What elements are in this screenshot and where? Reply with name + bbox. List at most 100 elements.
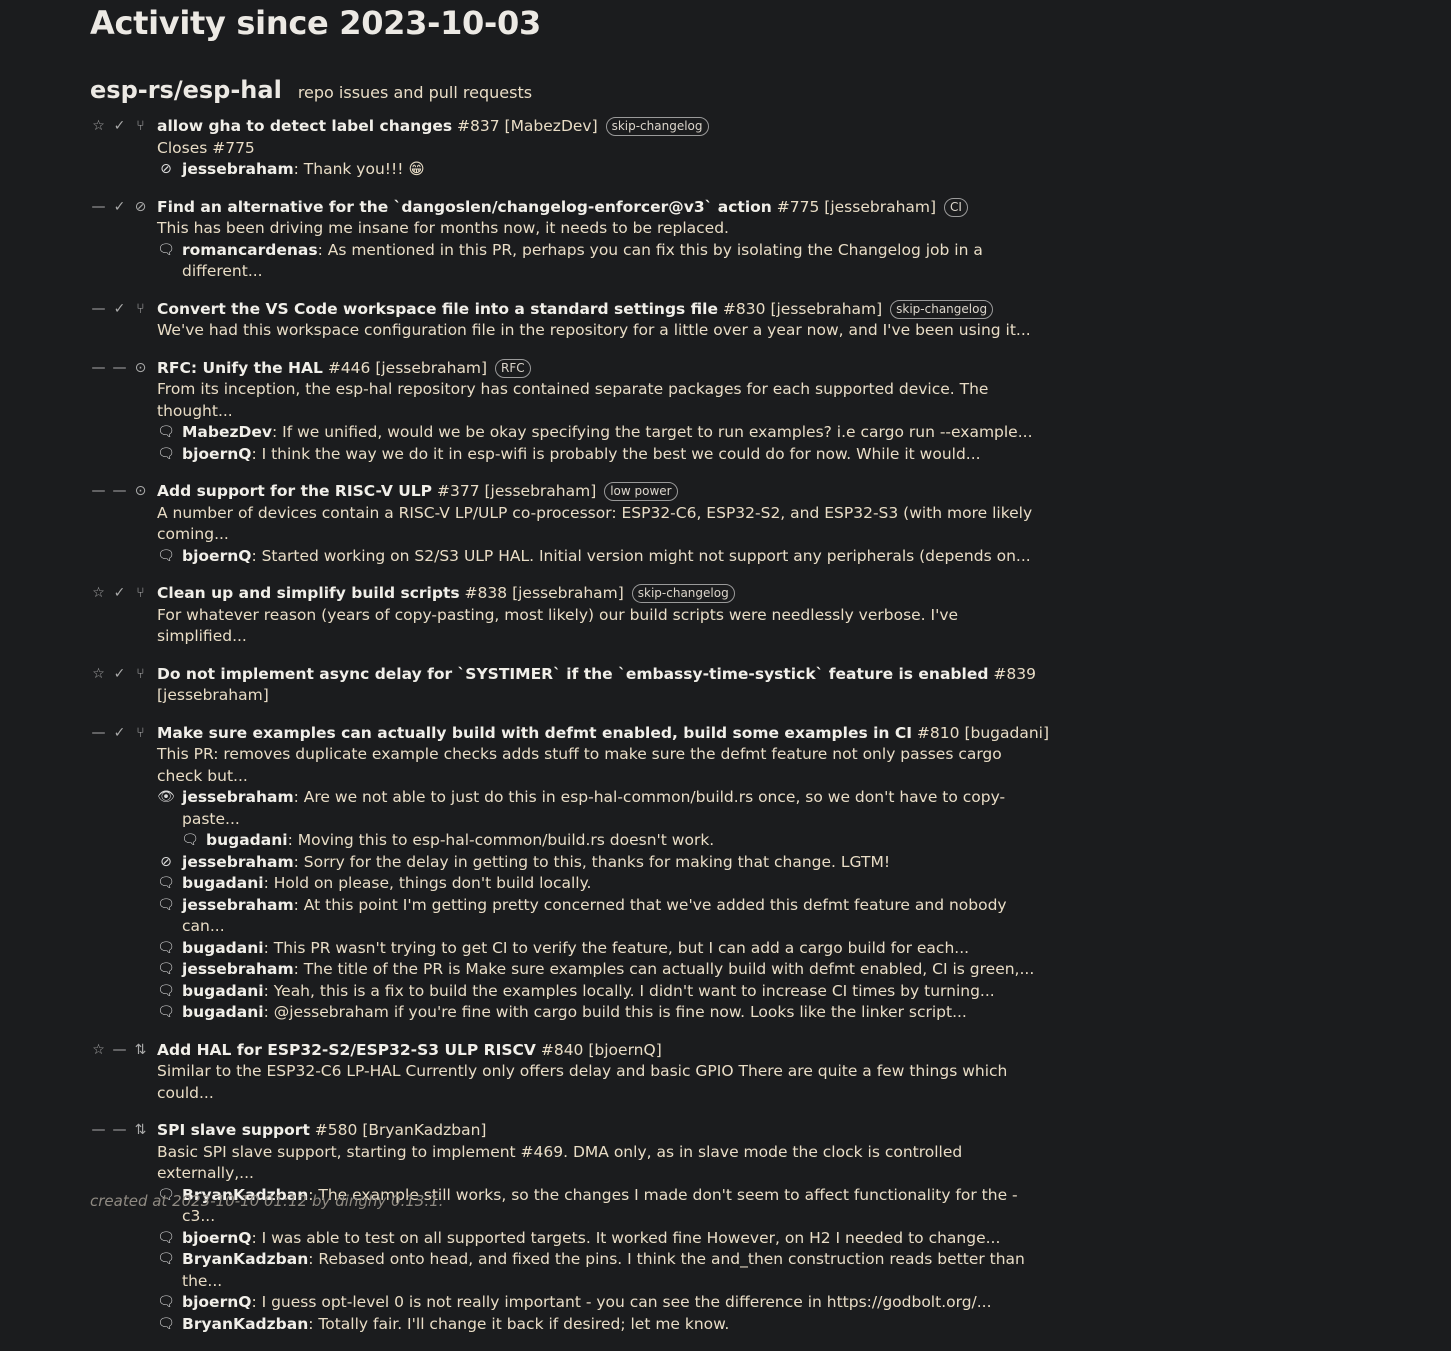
item-number[interactable]: #839: [993, 665, 1036, 683]
item-number[interactable]: #377: [437, 482, 480, 500]
comment-row: 🗨 bjoernQ: I guess opt-level 0 is not rea…: [157, 1292, 1050, 1314]
comment-text: : This PR wasn't trying to get CI to ver…: [263, 938, 970, 957]
star-icon[interactable]: ☆: [90, 664, 107, 686]
activity-item: — ✓ ⑂ Make sure examples can actually build…: [90, 723, 1050, 1024]
check-icon: ✓: [113, 665, 126, 682]
comment-row: 🗨 bjoernQ: I think the way we do it in es…: [157, 444, 1050, 466]
item-author: [jessebraham]: [375, 358, 488, 377]
item-title[interactable]: Do not implement async delay for `SYSTIM…: [157, 665, 988, 683]
dash-icon: —: [91, 300, 106, 317]
item-author: [MabezDev]: [504, 117, 598, 135]
comment-row: 🗨 BryanKadzban: Rebased onto head, and fi…: [157, 1249, 1050, 1292]
comment-icon: 🗨: [157, 939, 175, 956]
repo-subtitle: repo issues and pull requests: [297, 83, 533, 102]
activity-item: ☆ ✓ ⑂ allow gha to detect label changes #83…: [90, 116, 1050, 181]
comment-icon: 🗨: [157, 961, 175, 977]
item-number[interactable]: #775: [777, 198, 820, 216]
comment-text: : The title of the PR is Make sure examp…: [293, 960, 1035, 978]
comment-row: 🗨 bugadani: This PR wasn't trying to get …: [157, 938, 1050, 960]
item-title-line: Convert the VS Code workspace file into …: [157, 299, 1050, 321]
comment-icon: 🗨: [157, 424, 175, 440]
item-icons: — ✓ ⊘: [90, 197, 149, 219]
comment-text: : I think the way we do it in esp-wifi i…: [251, 444, 981, 463]
dash-icon: —: [112, 483, 127, 500]
issue-open-icon: ⊙: [134, 483, 147, 500]
item-icons: — ✓ ⑂: [90, 299, 149, 321]
comment-author: jessebraham: [182, 895, 294, 914]
item-number[interactable]: #830: [723, 300, 766, 318]
merged-pr-icon: ⑂: [136, 118, 145, 135]
dash-icon: —: [91, 1122, 106, 1139]
comment-text: : Rebased onto head, and fixed the pins.…: [182, 1250, 1025, 1290]
comment-author: bjoernQ: [182, 546, 252, 565]
item-body: Similar to the ESP32-C6 LP-HAL Currently…: [157, 1062, 1008, 1102]
comment-author: bugadani: [182, 1003, 264, 1021]
comment-row: 🗨 MabezDev: If we unified, would we be ok…: [157, 422, 1050, 444]
item-number[interactable]: #838: [465, 584, 508, 602]
item-author: [jessebraham]: [484, 482, 597, 500]
item-number[interactable]: #580: [315, 1121, 358, 1139]
item-label: low power: [604, 482, 678, 501]
check-icon: ✓: [113, 300, 126, 317]
item-title[interactable]: Make sure examples can actually build wi…: [157, 724, 912, 742]
comment-author: bjoernQ: [182, 444, 252, 463]
item-author: [bugadani]: [964, 723, 1049, 742]
comment-row: ⊘ jessebraham: Sorry for the delay in get…: [157, 852, 1050, 874]
pull-request-icon: ⇅: [134, 1122, 147, 1139]
item-title[interactable]: Clean up and simplify build scripts: [157, 584, 460, 602]
item-author: [BryanKadzban]: [362, 1121, 487, 1139]
item-body: Closes #775: [157, 138, 255, 157]
star-icon[interactable]: ☆: [90, 583, 107, 605]
item-author: [jessebraham]: [512, 584, 624, 602]
item-title[interactable]: Add HAL for ESP32-S2/ESP32-S3 ULP RISCV: [157, 1041, 536, 1059]
item-icons: ☆ ✓ ⑂: [90, 664, 149, 686]
repo-name[interactable]: esp-rs/esp-hal: [90, 76, 282, 104]
check-icon: ✓: [113, 585, 126, 602]
item-title-line: Find an alternative for the `dangoslen/c…: [157, 197, 1050, 219]
item-title[interactable]: Add support for the RISC-V ULP: [157, 482, 432, 500]
repo-header: esp-rs/esp-hal repo issues and pull requ…: [90, 76, 1050, 104]
comment-row: 🗨 bjoernQ: I was able to test on all supp…: [157, 1228, 1050, 1250]
comment-text: : I was able to test on all supported ta…: [251, 1228, 1001, 1247]
item-title-line: Clean up and simplify build scripts #838…: [157, 583, 1050, 605]
comment-author: bugadani: [182, 981, 264, 1000]
star-icon[interactable]: ☆: [90, 1040, 107, 1062]
activity-item: — ✓ ⑂ Convert the VS Code workspace file in…: [90, 299, 1050, 342]
item-number[interactable]: #810: [917, 724, 960, 742]
item-title[interactable]: allow gha to detect label changes: [157, 117, 452, 135]
comment-icon: 🗨: [157, 1294, 175, 1310]
item-number[interactable]: #840: [541, 1041, 584, 1059]
item-body: For whatever reason (years of copy-pasti…: [157, 605, 959, 646]
item-author: [jessebraham]: [157, 686, 269, 704]
item-icons: — ✓ ⑂: [90, 723, 149, 745]
comment-text: : Hold on please, things don't build loc…: [263, 874, 592, 892]
star-icon[interactable]: ☆: [90, 116, 107, 138]
dash-icon: —: [91, 359, 106, 376]
item-icons: ☆ — ⇅: [90, 1040, 149, 1062]
item-number[interactable]: #837: [457, 117, 500, 135]
item-title[interactable]: Convert the VS Code workspace file into …: [157, 300, 718, 318]
item-title-line: Add HAL for ESP32-S2/ESP32-S3 ULP RISCV …: [157, 1040, 1050, 1062]
item-title-line: allow gha to detect label changes #837 […: [157, 116, 1050, 138]
comment-text: : Totally fair. I'll change it back if d…: [308, 1314, 730, 1333]
item-title-line: SPI slave support #580 [BryanKadzban]: [157, 1120, 1050, 1142]
comment-text: : Started working on S2/S3 ULP HAL. Init…: [251, 546, 1031, 565]
activity-item: ☆ ✓ ⑂ Do not implement async delay for `SYS…: [90, 664, 1050, 707]
item-label: skip-changelog: [890, 299, 994, 319]
item-number[interactable]: #446: [328, 359, 371, 377]
comment-text: : Thank you!!! 😁: [293, 160, 425, 178]
item-body: We've had this workspace configuration f…: [157, 321, 1031, 339]
dash-icon: —: [112, 1041, 127, 1058]
item-title[interactable]: RFC: Unify the HAL: [157, 359, 323, 377]
merged-pr-icon: ⑂: [136, 665, 145, 682]
item-icons: ☆ ✓ ⑂: [90, 116, 149, 138]
item-title[interactable]: SPI slave support: [157, 1121, 310, 1139]
comment-author: bjoernQ: [182, 1293, 252, 1311]
item-author: [bjoernQ]: [588, 1040, 662, 1059]
comment-text: : @jessebraham if you're fine with cargo…: [263, 1003, 967, 1021]
footer: created at 2023-10-10 01:12 by dinghy 0.…: [90, 1192, 444, 1210]
dash-icon: —: [112, 359, 127, 376]
activity-item: ☆ ✓ ⑂ Clean up and simplify build scripts #…: [90, 583, 1050, 648]
item-title[interactable]: Find an alternative for the `dangoslen/c…: [157, 198, 772, 216]
item-body: A number of devices contain a RISC-V LP/…: [157, 503, 1033, 544]
